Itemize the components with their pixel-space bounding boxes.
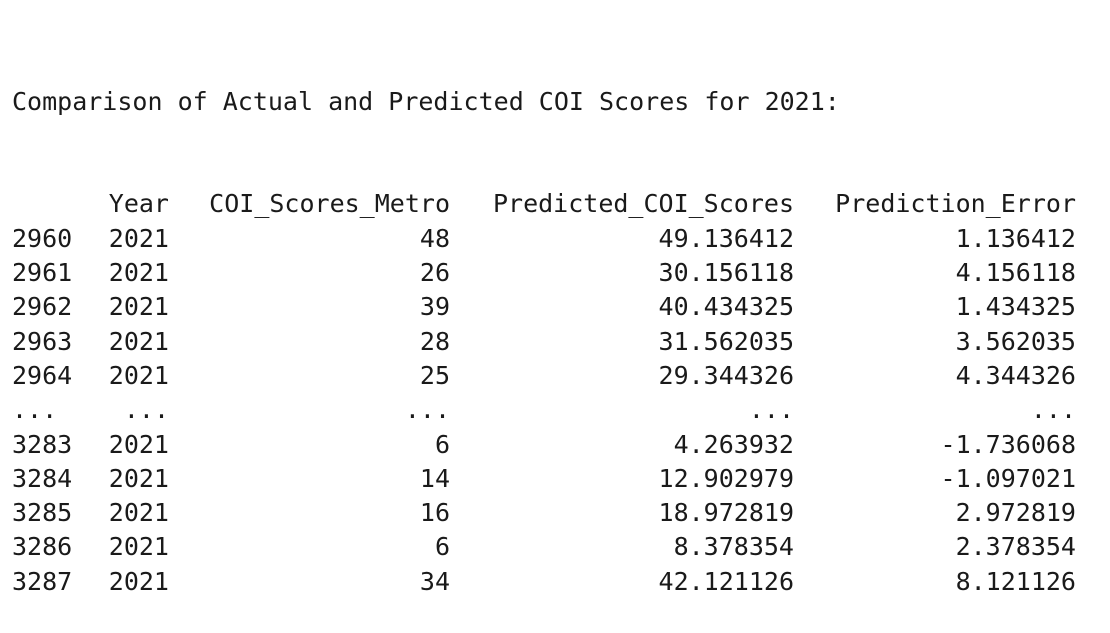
error-cell: 1.434325 xyxy=(955,292,1076,322)
row-index: 2963 xyxy=(12,326,73,356)
row-index: 2960 xyxy=(12,223,73,253)
predicted-cell: 31.562035 xyxy=(658,326,794,356)
table-row: 3284 2021 14 12.902979 -1.097021 xyxy=(12,462,1076,496)
coi-score-cell: 39 xyxy=(419,292,450,322)
table-row: 2960 2021 48 49.136412 1.136412 xyxy=(12,222,1076,256)
stdout-text: Comparison of Actual and Predicted COI S… xyxy=(12,16,1076,633)
predicted-cell: 40.434325 xyxy=(658,292,794,322)
error-cell: -1.736068 xyxy=(940,429,1076,459)
error-cell: 1.136412 xyxy=(955,223,1076,253)
error-cell: 2.378354 xyxy=(955,532,1076,562)
coi-score-cell: 6 xyxy=(434,532,450,562)
row-index-ellipsis: ... xyxy=(12,395,58,425)
row-index: 2962 xyxy=(12,292,73,322)
coi-score-cell: 6 xyxy=(434,429,450,459)
year-cell: 2021 xyxy=(108,429,169,459)
coi-score-cell: 34 xyxy=(419,566,450,596)
year-column-header: Year xyxy=(108,189,169,219)
predicted-cell-ellipsis: ... xyxy=(748,395,794,425)
table-row: 2964 2021 25 29.344326 4.344326 xyxy=(12,359,1076,393)
error-cell: 8.121126 xyxy=(955,566,1076,596)
year-cell: 2021 xyxy=(108,498,169,528)
row-index: 3285 xyxy=(12,498,73,528)
row-index: 3286 xyxy=(12,532,73,562)
table-header-row: Year COI_Scores_Metro Predicted_COI_Scor… xyxy=(12,187,1076,221)
predicted-cell: 18.972819 xyxy=(658,498,794,528)
row-index: 2961 xyxy=(12,258,73,288)
prediction-error-column-header: Prediction_Error xyxy=(835,189,1076,219)
coi-score-cell: 26 xyxy=(419,258,450,288)
predicted-cell: 4.263932 xyxy=(673,429,794,459)
table-row: 3283 2021 6 4.263932 -1.736068 xyxy=(12,428,1076,462)
predicted-cell: 30.156118 xyxy=(658,258,794,288)
year-cell: 2021 xyxy=(108,463,169,493)
error-cell: 3.562035 xyxy=(955,326,1076,356)
error-cell-ellipsis: ... xyxy=(1030,395,1076,425)
table-row: 2961 2021 26 30.156118 4.156118 xyxy=(12,256,1076,290)
error-cell: 2.972819 xyxy=(955,498,1076,528)
table-row: 2963 2021 28 31.562035 3.562035 xyxy=(12,325,1076,359)
error-cell: 4.156118 xyxy=(955,258,1076,288)
year-cell: 2021 xyxy=(108,532,169,562)
predicted-cell: 42.121126 xyxy=(658,566,794,596)
year-cell: 2021 xyxy=(108,360,169,390)
year-cell: 2021 xyxy=(108,223,169,253)
notebook-output: { "heading": "Comparison of Actual and P… xyxy=(0,0,1110,596)
coi-score-cell: 25 xyxy=(419,360,450,390)
row-index: 2964 xyxy=(12,360,73,390)
row-index: 3284 xyxy=(12,463,73,493)
row-index: 3287 xyxy=(12,566,73,596)
table-row: 3287 2021 34 42.121126 8.121126 xyxy=(12,565,1076,599)
coi-score-cell: 48 xyxy=(419,223,450,253)
coi-score-cell: 16 xyxy=(419,498,450,528)
coi-score-cell: 14 xyxy=(419,463,450,493)
table-row: 3286 2021 6 8.378354 2.378354 xyxy=(12,530,1076,564)
output-heading: Comparison of Actual and Predicted COI S… xyxy=(12,86,840,116)
coi-score-cell: 28 xyxy=(419,326,450,356)
year-cell: 2021 xyxy=(108,258,169,288)
year-cell-ellipsis: ... xyxy=(123,395,169,425)
table-row: 3285 2021 16 18.972819 2.972819 xyxy=(12,496,1076,530)
table-row: 2962 2021 39 40.434325 1.434325 xyxy=(12,290,1076,324)
year-cell: 2021 xyxy=(108,566,169,596)
row-index: 3283 xyxy=(12,429,73,459)
error-cell: -1.097021 xyxy=(940,463,1076,493)
predicted-scores-column-header: Predicted_COI_Scores xyxy=(492,189,794,219)
coi-score-cell-ellipsis: ... xyxy=(404,395,450,425)
ellipsis-row: ... ... ... ... ... xyxy=(12,393,1076,427)
dataframe-table: Year COI_Scores_Metro Predicted_COI_Scor… xyxy=(12,187,1076,599)
predicted-cell: 29.344326 xyxy=(658,360,794,390)
predicted-cell: 12.902979 xyxy=(658,463,794,493)
index-header xyxy=(12,187,74,221)
predicted-cell: 8.378354 xyxy=(673,532,794,562)
predicted-cell: 49.136412 xyxy=(658,223,794,253)
coi-scores-column-header: COI_Scores_Metro xyxy=(209,189,450,219)
year-cell: 2021 xyxy=(108,292,169,322)
year-cell: 2021 xyxy=(108,326,169,356)
error-cell: 4.344326 xyxy=(955,360,1076,390)
